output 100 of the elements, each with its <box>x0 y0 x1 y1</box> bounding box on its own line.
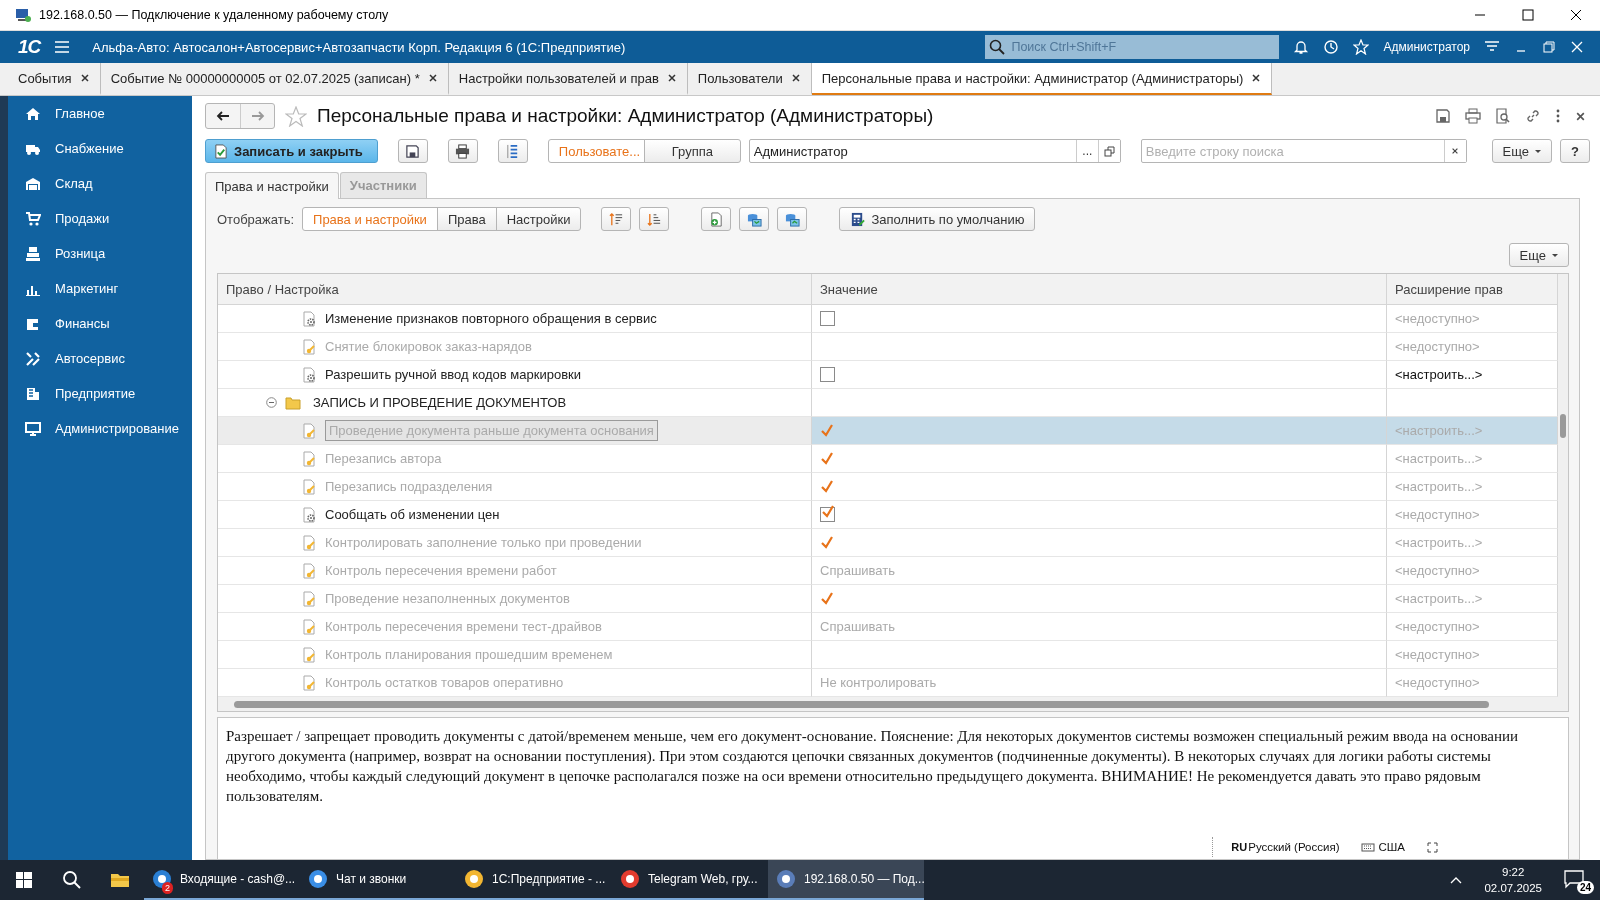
right-name[interactable]: Изменение признаков повторного обращения в сервис <box>325 311 657 326</box>
export-button[interactable] <box>777 207 808 231</box>
menu-icon[interactable] <box>54 39 71 55</box>
checkbox[interactable] <box>820 367 835 382</box>
window-title: 192.168.0.50 — Подключение к удаленному рабочему столу <box>39 8 389 22</box>
chevron-up-icon[interactable] <box>1450 875 1463 885</box>
save-close-button[interactable]: Записать и закрыть <box>205 139 378 163</box>
close-icon[interactable] <box>666 73 677 83</box>
restore-icon[interactable] <box>1542 40 1556 54</box>
close-icon[interactable] <box>427 73 438 83</box>
description-text: Разрешает / запрещает проводить документы с датой/временем меньше, чем его документ-основание. Пояснение: Для некоторых документов системы возможен специальный режим ввода на основании другого документа (например, возврат на основании поступления). При этом создаются цепочки связанных документов (подчиненные документы). В некоторых случаях для логики работы системы необходимо, чтобы каждый следующий документ в цепочке располагался позже на оси времени относительно предыдущего документа. ВНИМАНИЕ! Не рекомендуется давать это право рядовым пользователям. <box>226 728 1519 804</box>
more-dropdown[interactable]: Еще <box>1491 139 1552 163</box>
right-name[interactable]: Разрешить ручной ввод кодов маркировки <box>325 367 581 382</box>
key-document-icon <box>301 338 317 355</box>
user-field[interactable]: Администратор <box>749 143 1076 159</box>
expand-icon[interactable] <box>1427 841 1438 853</box>
sidebar-item[interactable]: Администрирование <box>55 421 179 436</box>
sidebar-item[interactable]: Предприятие <box>55 386 136 401</box>
extension-link[interactable]: <настроить...> <box>1395 367 1483 382</box>
fill-default-button[interactable]: Заполнить по умолчанию <box>839 207 1036 231</box>
sidebar-item[interactable]: Автосервис <box>55 351 125 366</box>
print-icon <box>455 143 471 159</box>
sidebar-item[interactable]: Финансы <box>55 316 110 331</box>
value-text: Не контролировать <box>820 675 937 690</box>
check-icon <box>820 591 834 606</box>
search-field[interactable]: Поиск Ctrl+Shift+F <box>985 35 1280 59</box>
add-document-icon <box>708 211 724 227</box>
link-icon[interactable] <box>1525 108 1541 124</box>
right-name[interactable]: Сообщать об изменении цен <box>325 507 500 522</box>
forward-arrow-icon <box>250 109 265 123</box>
taskbar-item[interactable]: 1С:Предприятие - ... <box>456 860 612 900</box>
check-icon <box>820 535 834 550</box>
print-icon[interactable] <box>1465 108 1481 124</box>
save-button[interactable] <box>397 139 428 163</box>
column-header[interactable]: Право / Настройка <box>226 281 339 297</box>
filter-option[interactable]: Права <box>436 207 497 231</box>
sidebar-item[interactable]: Склад <box>55 176 93 191</box>
sort-ascending-button[interactable] <box>601 207 632 231</box>
windows-icon <box>15 871 33 889</box>
history-icon[interactable] <box>1323 39 1340 55</box>
maximize-icon[interactable] <box>1522 9 1534 21</box>
sidebar-item[interactable]: Снабжение <box>55 141 124 156</box>
language-indicator[interactable]: RUРусский (Россия) <box>1231 837 1340 857</box>
sidebar-item[interactable]: Продажи <box>55 211 110 226</box>
sort-ascending-icon <box>608 211 624 227</box>
app-icon <box>464 869 484 889</box>
close-icon[interactable] <box>1451 147 1460 155</box>
sidebar-item[interactable]: Маркетинг <box>55 281 119 296</box>
checkbox[interactable] <box>820 507 835 522</box>
building-icon <box>25 385 41 402</box>
cart-icon <box>25 210 41 227</box>
keyboard-layout[interactable]: США <box>1378 837 1405 857</box>
filter-option[interactable]: Настройки <box>495 207 582 231</box>
gear-document-icon <box>301 310 317 327</box>
caret-icon <box>1552 253 1558 257</box>
toggle-option[interactable]: Группа <box>643 139 741 163</box>
app-logo[interactable]: 1С <box>18 36 41 58</box>
close-icon[interactable] <box>1251 73 1262 83</box>
sidebar-item[interactable]: Главное <box>55 106 105 121</box>
more-dropdown[interactable]: Еще <box>1508 243 1569 267</box>
close-icon[interactable] <box>1570 9 1582 21</box>
search-field[interactable]: Введите строку поиска <box>1141 143 1444 159</box>
help-button[interactable]: ? <box>1560 139 1590 163</box>
add-document-button[interactable] <box>701 207 732 231</box>
user-field[interactable]: Администратор ... <box>748 139 1121 163</box>
tab[interactable]: Права и настройки <box>205 172 339 199</box>
taskbar-item[interactable]: 2 Входящие - cash@... <box>144 860 300 900</box>
check-icon <box>820 479 834 494</box>
checkbox[interactable] <box>820 311 835 326</box>
sort-descending-button[interactable] <box>639 207 670 231</box>
print-button[interactable] <box>447 139 478 163</box>
taskbar-item[interactable]: 192.168.0.50 — Под... <box>768 860 924 900</box>
star-icon[interactable] <box>285 105 307 127</box>
save-icon[interactable] <box>1435 108 1451 124</box>
sidebar-item[interactable]: Розница <box>55 246 106 261</box>
key-document-icon <box>301 590 317 607</box>
collapse-toggle-icon[interactable] <box>266 397 277 408</box>
column-header[interactable]: Значение <box>820 281 878 297</box>
search-field[interactable]: Введите строку поиска <box>1140 139 1467 163</box>
tab[interactable]: Персональные права и настройки: Администратор (Администраторы) <box>811 63 1273 95</box>
scrollbar[interactable] <box>1558 274 1568 711</box>
clock[interactable]: 9:22 02.07.2025 <box>1484 864 1542 896</box>
close-icon[interactable] <box>790 73 801 83</box>
form-title: Персональные права и настройки: Администратор (Администраторы) <box>317 105 934 127</box>
import-button[interactable] <box>739 207 770 231</box>
value-text: Спрашивать <box>820 619 895 634</box>
scrollbar[interactable] <box>218 697 1558 711</box>
list-button[interactable] <box>497 139 528 163</box>
key-document-icon <box>301 562 317 579</box>
preview-icon[interactable] <box>1495 108 1511 124</box>
user-name[interactable]: Администратор <box>1383 40 1470 54</box>
search-field[interactable]: Поиск Ctrl+Shift+F <box>1009 39 1264 55</box>
more-icon[interactable] <box>1555 109 1561 123</box>
open-button[interactable] <box>1097 140 1120 162</box>
bell-icon[interactable] <box>1293 39 1310 55</box>
app-icon <box>620 869 640 889</box>
key-document-icon <box>301 422 317 439</box>
taskbar-item[interactable]: Чат и звонки <box>300 860 456 900</box>
close-icon[interactable] <box>1575 110 1586 122</box>
close-icon[interactable] <box>79 73 90 83</box>
